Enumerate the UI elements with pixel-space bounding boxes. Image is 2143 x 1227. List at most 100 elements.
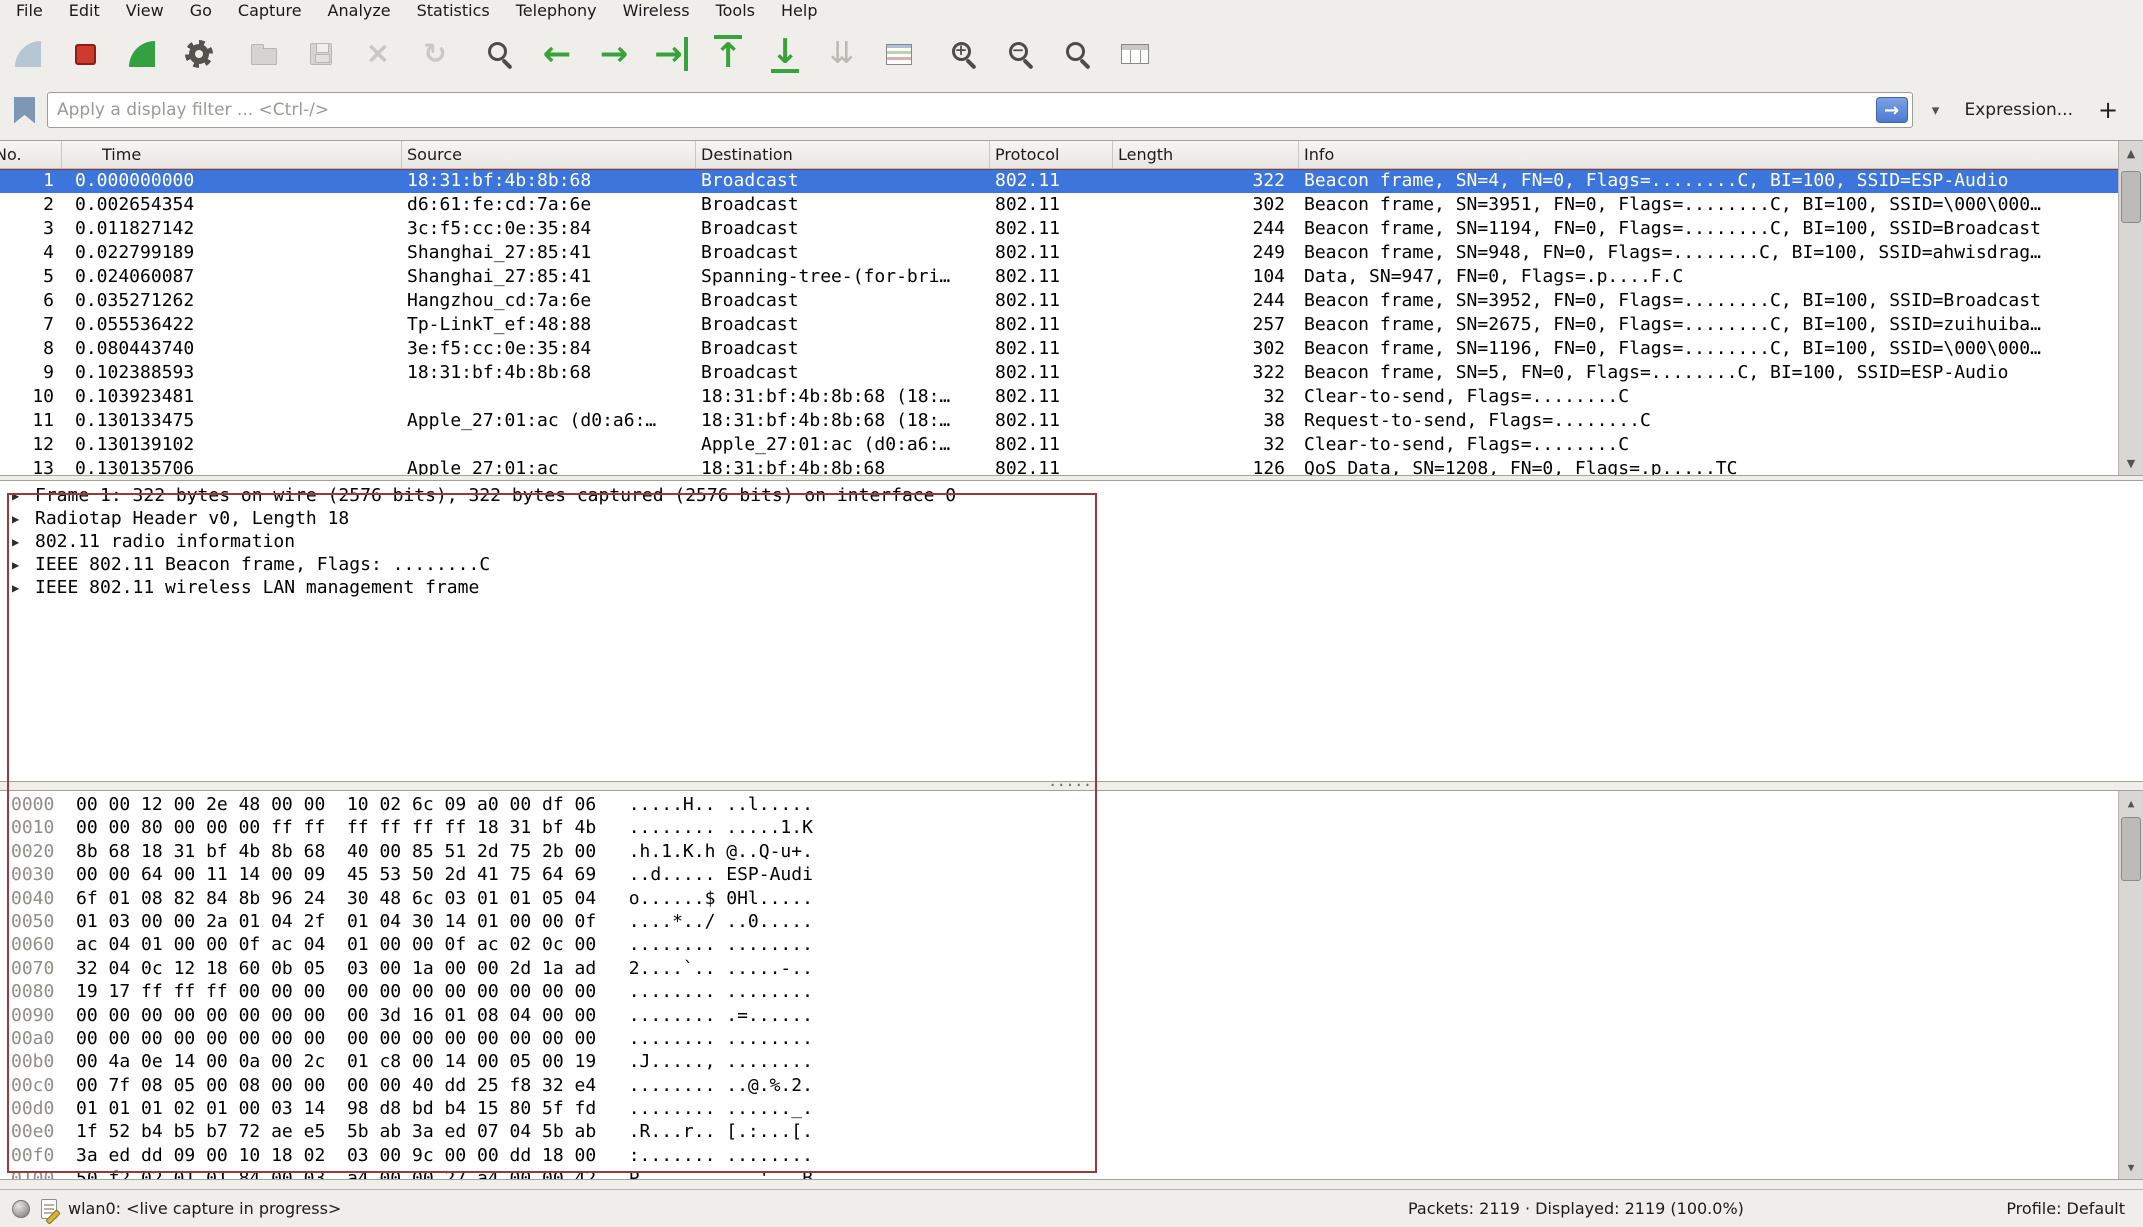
hex-row[interactable]: 0010 00 00 80 00 00 00 ff ff ff ff ff ff… [11,816,2143,839]
close-file-button[interactable]: × [358,31,398,77]
detail-row[interactable]: ▶Radiotap Header v0, Length 18 [0,507,2143,530]
arrow-top-icon: ↑ [714,35,743,73]
column-header-time[interactable]: Time [62,141,402,168]
hex-row[interactable]: 0080 19 17 ff ff ff 00 00 00 00 00 00 00… [11,980,2143,1003]
hex-row[interactable]: 00e0 1f 52 b4 b5 b7 72 ae e5 5b ab 3a ed… [11,1120,2143,1143]
apply-filter-button[interactable]: → [1876,97,1908,123]
hex-row[interactable]: 0000 00 00 12 00 2e 48 00 00 10 02 6c 09… [11,793,2143,816]
open-file-button[interactable] [244,31,284,77]
menu-item-capture[interactable]: Capture [225,1,315,22]
zoom-reset-button[interactable] [1058,31,1098,77]
hex-row[interactable]: 0030 00 00 64 00 11 14 00 09 45 53 50 2d… [11,863,2143,886]
hex-row[interactable]: 0100 50 f2 02 01 01 84 00 03 a4 00 00 27… [11,1167,2143,1180]
hex-row[interactable]: 0020 8b 68 18 31 bf 4b 8b 68 40 00 85 51… [11,840,2143,863]
scroll-up-button[interactable]: ▲ [2119,141,2143,165]
hex-row[interactable]: 00c0 00 7f 08 05 00 08 00 00 00 00 40 dd… [11,1074,2143,1097]
packet-bytes-scrollbar[interactable]: ▲ ▼ [2118,791,2143,1179]
menu-item-view[interactable]: View [113,1,177,22]
packet-row[interactable]: 50.024060087Shanghai_27:85:41Spanning-tr… [0,265,2118,289]
packet-row[interactable]: 80.0804437403e:f5:cc:0e:35:84Broadcast80… [0,337,2118,361]
hex-row[interactable]: 0090 00 00 00 00 00 00 00 00 00 3d 16 01… [11,1004,2143,1027]
colorize-button[interactable] [879,31,919,77]
hex-row[interactable]: 0060 ac 04 01 00 00 0f ac 04 01 00 00 0f… [11,933,2143,956]
packet-row[interactable]: 100.10392348118:31:bf:4b:8b:68 (18:…802.… [0,385,2118,409]
column-header-protocol[interactable]: Protocol [990,141,1113,168]
scroll-up-button[interactable]: ▲ [2119,791,2143,815]
packet-row[interactable]: 30.0118271423c:f5:cc:0e:35:84Broadcast80… [0,217,2118,241]
column-header-destination[interactable]: Destination [696,141,990,168]
save-file-button[interactable] [301,31,341,77]
hex-row[interactable]: 0050 01 03 00 00 2a 01 04 2f 01 04 30 14… [11,910,2143,933]
column-header-source[interactable]: Source [402,141,696,168]
go-to-bottom-button[interactable]: ↓ [765,31,805,77]
menu-item-help[interactable]: Help [768,1,830,22]
detail-row[interactable]: ▶IEEE 802.11 Beacon frame, Flags: ......… [0,553,2143,576]
expression-button[interactable]: Expression... [1959,100,2080,120]
packet-list-scrollbar[interactable]: ▲ ▼ [2118,141,2143,475]
column-header-length[interactable]: Length [1113,141,1299,168]
packet-row[interactable]: 110.130133475Apple_27:01:ac (d0:a6:…18:3… [0,409,2118,433]
hex-row[interactable]: 00a0 00 00 00 00 00 00 00 00 00 00 00 00… [11,1027,2143,1050]
packet-row[interactable]: 130.130135706Apple_27:01:ac18:31:bf:4b:8… [0,457,2118,475]
expander-icon[interactable]: ▶ [12,512,28,526]
close-icon: × [365,39,390,69]
resize-columns-button[interactable] [1115,31,1155,77]
zoom-in-button[interactable] [944,31,984,77]
packet-row[interactable]: 10.00000000018:31:bf:4b:8b:68Broadcast80… [0,169,2118,193]
go-forward-button[interactable]: → [594,31,634,77]
column-header-info[interactable]: Info [1299,141,2118,168]
reload-file-button[interactable]: ↻ [415,31,455,77]
zoom-out-button[interactable] [1001,31,1041,77]
filter-bookmark-icon[interactable] [14,97,35,124]
menu-item-analyze[interactable]: Analyze [315,1,404,22]
expert-info-icon[interactable] [12,1200,30,1218]
detail-row[interactable]: ▶802.11 radio information [0,530,2143,553]
capture-comment-icon[interactable] [41,1199,57,1219]
hex-row[interactable]: 00b0 00 4a 0e 14 00 0a 00 2c 01 c8 00 14… [11,1050,2143,1073]
capture-options-button[interactable] [179,31,219,77]
go-back-button[interactable]: ← [537,31,577,77]
hex-row[interactable]: 0070 32 04 0c 12 18 60 0b 05 03 00 1a 00… [11,957,2143,980]
profile-button[interactable]: Profile: Default [2006,1199,2125,1218]
add-filter-button[interactable]: + [2091,96,2125,124]
expander-icon[interactable]: ▶ [12,489,28,503]
pane-splitter[interactable]: ····· [0,782,2143,790]
display-filter-input[interactable] [47,92,1913,128]
scrollbar-thumb[interactable] [2121,817,2141,881]
go-to-top-button[interactable]: ↑ [708,31,748,77]
expander-icon[interactable]: ▶ [12,558,28,572]
go-to-packet-button[interactable]: → [651,31,691,77]
start-capture-button[interactable] [8,31,48,77]
scrollbar-thumb[interactable] [2121,171,2141,223]
filter-history-dropdown-icon[interactable]: ▾ [1925,101,1947,119]
packet-row[interactable]: 40.022799189Shanghai_27:85:41Broadcast80… [0,241,2118,265]
detail-row[interactable]: ▶Frame 1: 322 bytes on wire (2576 bits),… [0,484,2143,507]
expander-icon[interactable]: ▶ [12,581,28,595]
packet-row[interactable]: 70.055536422Tp-LinkT_ef:48:88Broadcast80… [0,313,2118,337]
scroll-down-button[interactable]: ▼ [2119,451,2143,475]
hex-row[interactable]: 00f0 3a ed dd 09 00 10 18 02 03 00 9c 00… [11,1144,2143,1167]
menu-item-go[interactable]: Go [177,1,225,22]
packet-row[interactable]: 60.035271262Hangzhou_cd:7a:6eBroadcast80… [0,289,2118,313]
menu-item-edit[interactable]: Edit [56,1,113,22]
scroll-down-button[interactable]: ▼ [2119,1155,2143,1179]
menu-item-telephony[interactable]: Telephony [503,1,610,22]
menu-item-file[interactable]: File [3,1,56,22]
expander-icon[interactable]: ▶ [12,535,28,549]
menu-item-statistics[interactable]: Statistics [404,1,503,22]
find-packet-button[interactable] [480,31,520,77]
hex-row[interactable]: 0040 6f 01 08 82 84 8b 96 24 30 48 6c 03… [11,887,2143,910]
hex-row[interactable]: 00d0 01 01 01 02 01 00 03 14 98 d8 bd b4… [11,1097,2143,1120]
auto-scroll-button[interactable]: ⇊ [822,31,862,77]
packet-row[interactable]: 20.002654354d6:61:fe:cd:7a:6eBroadcast80… [0,193,2118,217]
cell-no: 7 [0,313,62,337]
restart-capture-button[interactable] [122,31,162,77]
cell-info: Beacon frame, SN=1194, FN=0, Flags=.....… [1299,217,2118,241]
menu-item-tools[interactable]: Tools [703,1,768,22]
packet-row[interactable]: 120.130139102Apple_27:01:ac (d0:a6:…802.… [0,433,2118,457]
packet-row[interactable]: 90.10238859318:31:bf:4b:8b:68Broadcast80… [0,361,2118,385]
menu-item-wireless[interactable]: Wireless [610,1,703,22]
stop-capture-button[interactable] [65,31,105,77]
column-header-no[interactable]: No. [0,141,62,168]
detail-row[interactable]: ▶IEEE 802.11 wireless LAN management fra… [0,576,2143,599]
